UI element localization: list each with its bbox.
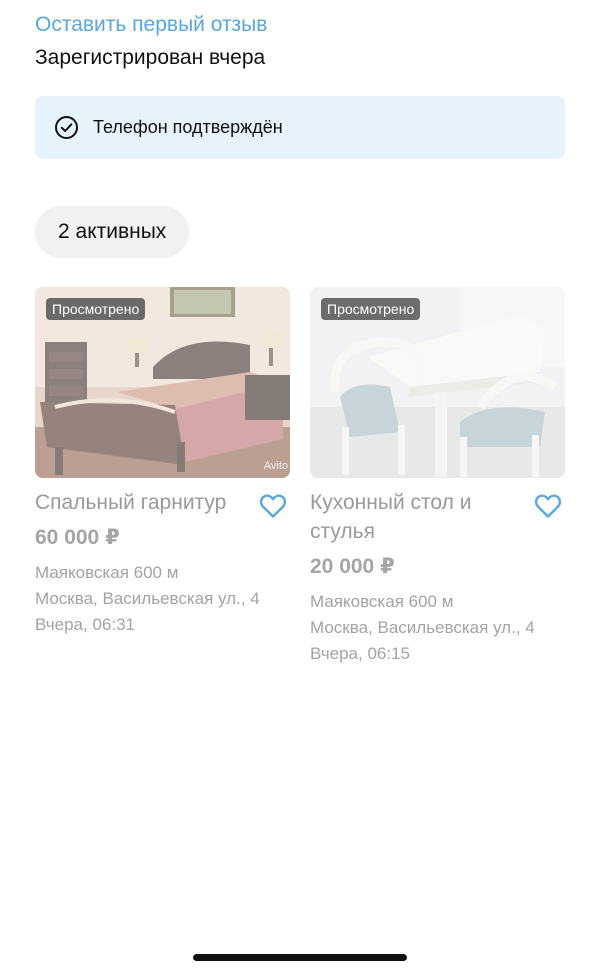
heart-icon[interactable] <box>259 493 287 519</box>
active-listings-chip[interactable]: 2 активных <box>35 206 190 258</box>
listing-date: Вчера, 06:15 <box>310 644 410 663</box>
listing-card[interactable]: Просмотрено Кухонный стол и стулья 20 00… <box>310 287 565 667</box>
listing-meta: Маяковская 600 м Москва, Васильевская ул… <box>35 560 290 638</box>
listing-title[interactable]: Спальный гарнитур <box>35 488 235 517</box>
heart-icon[interactable] <box>534 493 562 519</box>
registration-info: Зарегистрирован вчера <box>35 46 266 69</box>
check-circle-icon <box>54 115 79 140</box>
home-indicator[interactable] <box>193 954 407 961</box>
listing-metro: Маяковская 600 м <box>35 563 179 582</box>
avito-watermark: Avito <box>263 460 288 472</box>
listing-price: 20 000 ₽ <box>310 555 395 578</box>
viewed-badge: Просмотрено <box>321 298 421 320</box>
listing-date: Вчера, 06:31 <box>35 615 135 634</box>
listing-title[interactable]: Кухонный стол и стулья <box>310 488 510 546</box>
leave-review-link[interactable]: Оставить первый отзыв <box>35 13 267 37</box>
listing-metro: Маяковская 600 м <box>310 592 454 611</box>
listing-address: Москва, Васильевская ул., 4 <box>310 618 535 637</box>
listing-info: Спальный гарнитур 60 000 ₽ Маяковская 60… <box>35 478 290 638</box>
listing-address: Москва, Васильевская ул., 4 <box>35 589 260 608</box>
phone-verified-text: Телефон подтверждён <box>93 117 283 137</box>
listing-price: 60 000 ₽ <box>35 526 120 549</box>
listing-photo-dining-set[interactable]: Просмотрено <box>310 287 565 478</box>
seller-profile-page: Оставить первый отзыв Зарегистрирован вч… <box>0 0 600 972</box>
listing-meta: Маяковская 600 м Москва, Васильевская ул… <box>310 589 565 667</box>
listing-info: Кухонный стол и стулья 20 000 ₽ Маяковск… <box>310 478 565 667</box>
phone-verified-banner: Телефон подтверждён <box>35 96 565 159</box>
listing-photo-bedroom[interactable]: Просмотрено Avito <box>35 287 290 478</box>
viewed-badge: Просмотрено <box>46 298 146 320</box>
listing-card[interactable]: Просмотрено Avito Спальный гарнитур 60 0… <box>35 287 290 638</box>
